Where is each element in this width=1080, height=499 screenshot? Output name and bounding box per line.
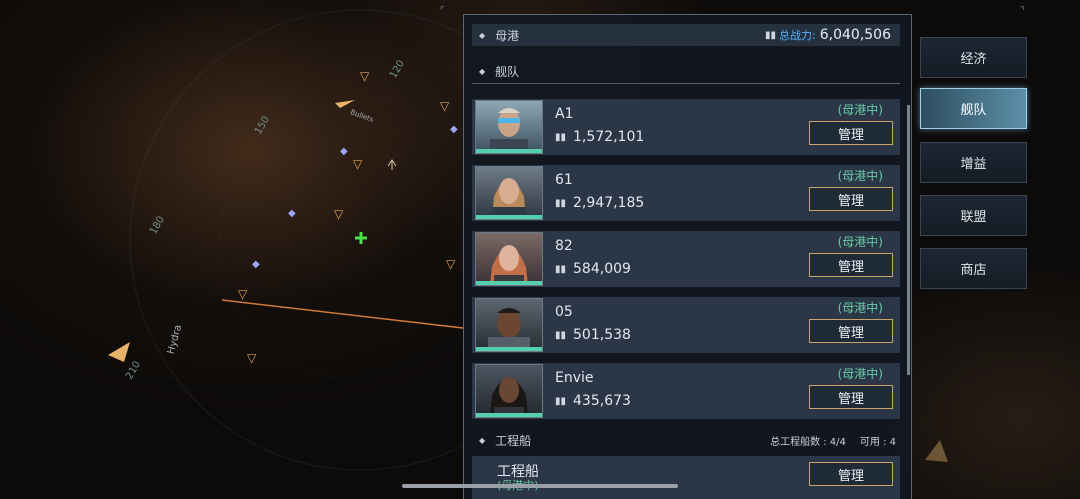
fleet-marker-icon[interactable]: ▽ [360,70,369,82]
health-bar [476,413,542,417]
player-ship-icon[interactable] [108,342,130,362]
home-port-header: ◆ 母港 ▮▮ 总战力: 6,040,506 [472,24,900,46]
fleet-power-value: 2,947,185 [573,195,645,211]
health-bar [476,347,542,351]
total-power-value: 6,040,506 [819,27,891,43]
scrollbar[interactable] [907,105,910,375]
engineering-header: ◆ 工程船 总工程船数 : 4/4 可用 : 4 [472,429,900,451]
fleet-card[interactable]: Envie ▮▮ 435,673 (母港中) 管理 [472,363,900,419]
commander-portrait [475,232,543,286]
fleet-power-value: 435,673 [573,393,631,409]
enemy-ship-icon[interactable]: ◆ [252,259,260,270]
power-icon: ▮▮ [555,197,567,209]
fleet-power: ▮▮ 435,673 [555,393,631,409]
base-icon[interactable] [355,232,367,244]
fleet-card[interactable]: 82 ▮▮ 584,009 (母港中) 管理 [472,231,900,287]
health-bar [476,215,542,219]
fleet-power: ▮▮ 2,947,185 [555,195,644,211]
diamond-icon: ◆ [479,435,486,445]
nav-fleet[interactable]: 舰队 [920,88,1027,129]
health-bar [476,149,542,153]
fleet-power-value: 501,538 [573,327,631,343]
commander-portrait [475,166,543,220]
commander-portrait [475,298,543,352]
engineering-total: 总工程船数 : 4/4 [770,436,846,448]
fleet-name: 61 [555,172,573,188]
fleet-status: (母港中) [837,103,883,117]
commander-avatar-icon [488,308,530,351]
corner-bracket-icon: ⌜ [440,6,445,17]
fleet-marker-icon[interactable]: ▽ [440,100,449,112]
power-icon: ▮▮ [555,395,567,407]
enemy-ship-icon[interactable]: ◆ [288,208,296,219]
fleet-name: 05 [555,304,573,320]
commander-avatar-icon [490,245,528,285]
manage-button[interactable]: 管理 [809,462,893,486]
enemy-ship-icon[interactable]: ◆ [340,146,348,157]
home-indicator[interactable] [402,484,678,488]
total-power: ▮▮ 总战力: 6,040,506 [765,27,891,43]
fleet-panel: ◆ 母港 ▮▮ 总战力: 6,040,506 ◆ 舰队 A1 ▮▮ 1,572,1… [463,14,912,499]
commander-avatar-icon [492,178,526,219]
fleet-marker-icon[interactable]: ▽ [353,158,362,170]
fleet-label: 舰队 [495,64,520,79]
fleet-power: ▮▮ 1,572,101 [555,129,644,145]
commander-portrait [475,100,543,154]
commander-portrait [475,364,543,418]
fleet-power-value: 584,009 [573,261,631,277]
corner-bracket-icon: ⌝ [1020,6,1025,17]
power-icon: ▮▮ [555,329,567,341]
fleet-power-value: 1,572,101 [573,129,645,145]
health-bar [476,281,542,285]
fleet-status: (母港中) [837,301,883,315]
enemy-ship-icon[interactable]: ◆ [450,124,458,135]
fleet-marker-icon[interactable]: ▽ [446,258,455,270]
power-icon: ▮▮ [555,131,567,143]
manage-button[interactable]: 管理 [809,121,893,145]
power-icon: ▮▮ [765,29,777,41]
engineering-card[interactable]: 工程船 (母港中) 管理 [472,456,900,499]
fleet-power: ▮▮ 584,009 [555,261,631,277]
manage-button[interactable]: 管理 [809,319,893,343]
power-icon: ▮▮ [555,263,567,275]
corner-ship-icon [925,440,948,462]
diamond-icon: ◆ [479,66,486,76]
engineering-available: 可用 : 4 [859,436,896,448]
commander-avatar-icon [490,108,528,153]
outpost-icon [387,159,397,170]
fleet-section-header: ◆ 舰队 [472,59,900,84]
fleet-marker-icon[interactable]: ▽ [238,288,247,300]
fleet-status: (母港中) [837,235,883,249]
fleet-status: (母港中) [837,367,883,381]
fleet-marker-icon[interactable]: ▽ [334,208,343,220]
nav-alliance[interactable]: 联盟 [920,195,1027,236]
fleet-name: Envie [555,370,594,386]
fleet-power: ▮▮ 501,538 [555,327,631,343]
nav-shop[interactable]: 商店 [920,248,1027,289]
fleet-status: (母港中) [837,169,883,183]
fleet-name: 82 [555,238,573,254]
engineering-label: 工程船 [495,433,532,448]
fleet-marker-icon[interactable]: ▽ [247,352,256,364]
commander-avatar-icon [490,377,528,417]
fleet-card[interactable]: 05 ▮▮ 501,538 (母港中) 管理 [472,297,900,353]
travel-line [221,299,464,329]
nav-economy[interactable]: 经济 [920,37,1027,78]
manage-button[interactable]: 管理 [809,385,893,409]
nav-buffs[interactable]: 增益 [920,142,1027,183]
home-port-label: 母港 [495,28,520,43]
fleet-card[interactable]: A1 ▮▮ 1,572,101 (母港中) 管理 [472,99,900,155]
diamond-icon: ◆ [479,30,486,40]
manage-button[interactable]: 管理 [809,187,893,211]
manage-button[interactable]: 管理 [809,253,893,277]
ship-marker [335,100,355,108]
fleet-name: A1 [555,106,574,122]
total-power-label: 总战力: [779,29,816,42]
fleet-card[interactable]: 61 ▮▮ 2,947,185 (母港中) 管理 [472,165,900,221]
